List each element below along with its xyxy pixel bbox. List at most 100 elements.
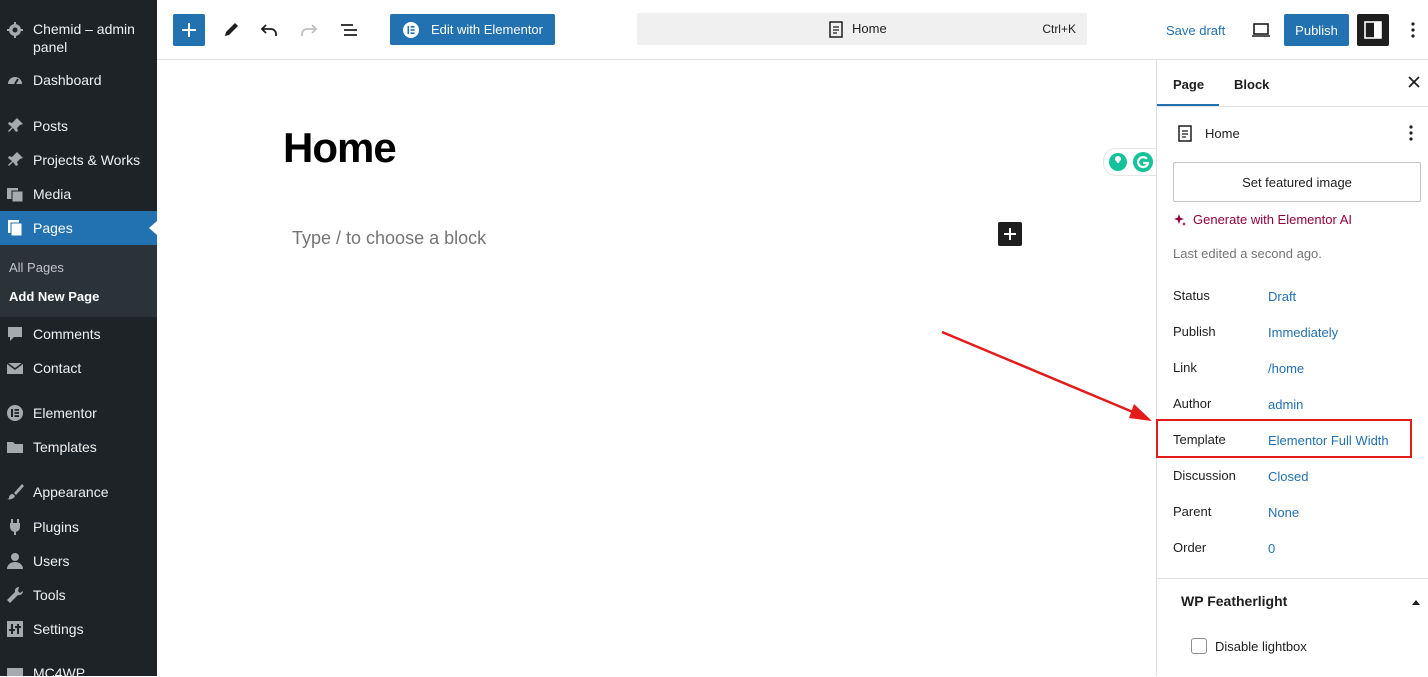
- sparkle-icon: [1174, 213, 1186, 226]
- author-row: Author admin: [1173, 396, 1423, 416]
- list-view-icon: [341, 24, 357, 36]
- order-row: Order 0: [1173, 540, 1423, 560]
- document-icon: [1177, 125, 1193, 142]
- menu-posts[interactable]: Posts: [0, 109, 157, 143]
- options-menu-button[interactable]: [1401, 16, 1425, 44]
- envelope-icon: [6, 359, 24, 377]
- plug-icon: [6, 518, 24, 536]
- menu-comments[interactable]: Comments: [0, 317, 157, 351]
- menu-label: Plugins: [33, 519, 79, 535]
- tab-page[interactable]: Page: [1173, 77, 1204, 92]
- menu-templates[interactable]: Templates: [0, 430, 157, 464]
- generate-with-elementor-ai-link[interactable]: Generate with Elementor AI: [1173, 212, 1352, 227]
- menu-projects[interactable]: Projects & Works: [0, 143, 157, 177]
- wp-featherlight-section: WP Featherlight Disable lightbox: [1157, 578, 1428, 677]
- tools-button[interactable]: [217, 16, 245, 44]
- tab-block[interactable]: Block: [1234, 77, 1269, 92]
- pin-icon: [6, 117, 24, 135]
- set-featured-image-button[interactable]: Set featured image: [1173, 162, 1421, 202]
- command-palette-bar[interactable]: Home Ctrl+K: [637, 13, 1087, 45]
- wrench-icon: [6, 586, 24, 604]
- menu-dashboard[interactable]: Dashboard: [0, 63, 157, 97]
- elementor-icon: [403, 22, 419, 38]
- folder-icon: [6, 438, 24, 456]
- disable-lightbox-checkbox[interactable]: [1191, 638, 1207, 654]
- chevron-up-icon[interactable]: [1411, 599, 1421, 605]
- site-name-link[interactable]: Chemid – admin panel: [0, 14, 157, 56]
- menu-tools[interactable]: Tools: [0, 578, 157, 612]
- status-value[interactable]: Draft: [1268, 289, 1296, 304]
- permalink-value[interactable]: /home: [1268, 361, 1304, 376]
- settings-sidebar-toggle[interactable]: [1357, 14, 1389, 46]
- parent-value[interactable]: None: [1268, 505, 1299, 520]
- redo-icon: [301, 24, 318, 36]
- undo-icon: [260, 24, 277, 36]
- wp-featherlight-title[interactable]: WP Featherlight: [1181, 593, 1287, 609]
- undo-button[interactable]: [255, 16, 283, 44]
- preview-button[interactable]: [1247, 16, 1275, 44]
- site-name-label: Chemid – admin panel: [33, 21, 135, 55]
- menu-contact[interactable]: Contact: [0, 351, 157, 385]
- active-tab-indicator: [1157, 104, 1219, 106]
- publish-row: Publish Immediately: [1173, 324, 1423, 344]
- menu-users[interactable]: Users: [0, 544, 157, 578]
- grammarly-widget[interactable]: [1103, 148, 1158, 176]
- command-shortcut: Ctrl+K: [1042, 22, 1076, 36]
- menu-mc4wp[interactable]: MC4WP: [0, 656, 157, 676]
- document-overview-button[interactable]: [335, 16, 363, 44]
- row-label: Parent: [1173, 504, 1212, 519]
- submenu-add-new-page[interactable]: Add New Page: [9, 289, 99, 304]
- document-title: Home: [1205, 126, 1240, 141]
- annotation-highlight-box: [1156, 419, 1412, 458]
- elementor-icon: [6, 404, 24, 422]
- block-inserter-button[interactable]: [173, 14, 205, 46]
- parent-row: Parent None: [1173, 504, 1423, 524]
- plus-icon: [182, 23, 196, 37]
- menu-label: Elementor: [33, 405, 97, 421]
- edit-with-elementor-button[interactable]: Edit with Elementor: [390, 14, 555, 45]
- command-title: Home: [852, 21, 887, 36]
- menu-settings[interactable]: Settings: [0, 612, 157, 646]
- menu-appearance[interactable]: Appearance: [0, 475, 157, 509]
- mail-icon: [6, 664, 24, 676]
- pin-icon: [6, 151, 24, 169]
- row-label: Status: [1173, 288, 1210, 303]
- close-icon[interactable]: [1407, 75, 1421, 89]
- editor-toolbar: Edit with Elementor Home Ctrl+K Save dra…: [157, 0, 1428, 60]
- row-label: Link: [1173, 360, 1197, 375]
- row-label: Author: [1173, 396, 1212, 411]
- redo-button[interactable]: [295, 16, 323, 44]
- menu-label: Projects & Works: [33, 152, 141, 168]
- menu-label: Pages: [33, 220, 73, 236]
- menu-label: MC4WP: [33, 665, 86, 676]
- more-vertical-icon[interactable]: [1409, 125, 1413, 141]
- user-icon: [6, 552, 24, 570]
- author-value[interactable]: admin: [1268, 397, 1303, 412]
- panel-tabs: Page Block: [1157, 60, 1428, 107]
- row-label: Order: [1173, 540, 1207, 555]
- submenu-all-pages[interactable]: All Pages: [9, 260, 64, 275]
- menu-media[interactable]: Media: [0, 177, 157, 211]
- menu-label: Users: [33, 553, 70, 569]
- block-placeholder[interactable]: Type / to choose a block: [292, 228, 486, 249]
- menu-label: Posts: [33, 118, 69, 134]
- sidebar-icon: [1364, 21, 1382, 39]
- menu-elementor[interactable]: Elementor: [0, 396, 157, 430]
- publish-button[interactable]: Publish: [1284, 14, 1349, 46]
- menu-pages[interactable]: Pages: [0, 211, 157, 245]
- settings-panel: Page Block Home Set featured image Gener…: [1156, 60, 1428, 676]
- discussion-value[interactable]: Closed: [1268, 469, 1308, 484]
- add-block-button[interactable]: [998, 222, 1022, 246]
- plus-icon: [1004, 228, 1016, 240]
- status-row: Status Draft: [1173, 288, 1423, 308]
- discussion-row: Discussion Closed: [1173, 468, 1423, 488]
- post-title[interactable]: Home: [283, 124, 397, 172]
- editor-canvas: Home Type / to choose a block: [157, 60, 1158, 676]
- order-value[interactable]: 0: [1268, 541, 1275, 556]
- save-draft-button[interactable]: Save draft: [1166, 23, 1225, 38]
- menu-label: Media: [33, 186, 72, 202]
- menu-plugins[interactable]: Plugins: [0, 510, 157, 544]
- publish-date-value[interactable]: Immediately: [1268, 325, 1338, 340]
- gear-icon: [6, 21, 24, 39]
- media-icon: [6, 185, 24, 203]
